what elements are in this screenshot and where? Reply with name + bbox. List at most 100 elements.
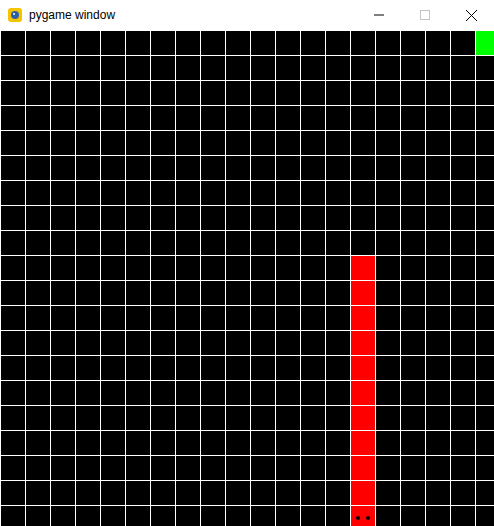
board-cell [50, 355, 75, 380]
board-cell [75, 155, 100, 180]
title-bar[interactable]: pygame window [0, 0, 494, 30]
board-cell [75, 255, 100, 280]
board-cell [100, 380, 125, 405]
board-cell [300, 280, 325, 305]
board-cell [450, 405, 475, 430]
game-board [0, 30, 494, 526]
board-cell [350, 105, 375, 130]
board-cell [175, 180, 200, 205]
board-cell [175, 455, 200, 480]
board-cell [475, 180, 494, 205]
board-cell [150, 280, 175, 305]
board-cell [25, 30, 50, 55]
board-cell [125, 380, 150, 405]
snake-eye [366, 516, 370, 520]
board-cell [75, 55, 100, 80]
board-cell [75, 230, 100, 255]
board-cell [400, 280, 425, 305]
board-cell [150, 30, 175, 55]
board-cell [400, 255, 425, 280]
board-cell [275, 405, 300, 430]
board-cell [0, 180, 25, 205]
board-cell [350, 180, 375, 205]
board-cell [250, 80, 275, 105]
pygame-window: pygame window [0, 0, 494, 526]
board-cell [75, 380, 100, 405]
board-cell [0, 430, 25, 455]
board-cell [450, 480, 475, 505]
board-cell [300, 105, 325, 130]
board-cell [150, 55, 175, 80]
board-cell [25, 305, 50, 330]
board-cell [300, 505, 325, 526]
board-cell [225, 480, 250, 505]
board-cell [75, 80, 100, 105]
board-cell [375, 230, 400, 255]
board-cell [225, 30, 250, 55]
board-cell [200, 305, 225, 330]
board-cell [275, 30, 300, 55]
board-cell [325, 355, 350, 380]
board-cell [150, 80, 175, 105]
board-cell [100, 80, 125, 105]
board-cell [150, 180, 175, 205]
board-cell [225, 280, 250, 305]
board-cell [250, 380, 275, 405]
board-cell [425, 205, 450, 230]
board-cell [25, 430, 50, 455]
board-cell [0, 105, 25, 130]
board-cell [275, 80, 300, 105]
board-cell [175, 330, 200, 355]
close-button[interactable] [448, 0, 494, 30]
board-cell [325, 455, 350, 480]
board-cell [200, 130, 225, 155]
board-cell [75, 505, 100, 526]
board-cell [100, 155, 125, 180]
board-cell [0, 480, 25, 505]
board-cell [375, 305, 400, 330]
board-cell [50, 405, 75, 430]
board-cell [425, 55, 450, 80]
board-cell [275, 455, 300, 480]
board-cell [150, 405, 175, 430]
board-cell [125, 505, 150, 526]
board-cell [225, 230, 250, 255]
minimize-button[interactable] [356, 0, 402, 30]
board-cell [225, 255, 250, 280]
board-cell [425, 455, 450, 480]
board-cell [275, 305, 300, 330]
board-cell [475, 430, 494, 455]
board-cell [225, 55, 250, 80]
board-cell [250, 180, 275, 205]
board-cell [100, 205, 125, 230]
board-cell [125, 255, 150, 280]
board-cell [375, 505, 400, 526]
board-cell [225, 155, 250, 180]
board-cell [425, 480, 450, 505]
board-cell [325, 305, 350, 330]
board-cell [125, 455, 150, 480]
snake-segment [350, 455, 375, 480]
board-cell [150, 230, 175, 255]
board-cell [100, 305, 125, 330]
board-cell [200, 280, 225, 305]
board-cell [0, 505, 25, 526]
board-cell [225, 380, 250, 405]
board-cell [125, 480, 150, 505]
board-cell [250, 305, 275, 330]
board-cell [400, 480, 425, 505]
board-cell [225, 130, 250, 155]
board-cell [0, 230, 25, 255]
board-cell [475, 480, 494, 505]
board-cell [400, 55, 425, 80]
board-cell [125, 305, 150, 330]
board-cell [225, 455, 250, 480]
board-cell [100, 355, 125, 380]
board-cell [75, 330, 100, 355]
board-cell [50, 430, 75, 455]
board-cell [150, 480, 175, 505]
board-cell [450, 430, 475, 455]
board-cell [250, 480, 275, 505]
board-cell [200, 355, 225, 380]
board-cell [300, 255, 325, 280]
